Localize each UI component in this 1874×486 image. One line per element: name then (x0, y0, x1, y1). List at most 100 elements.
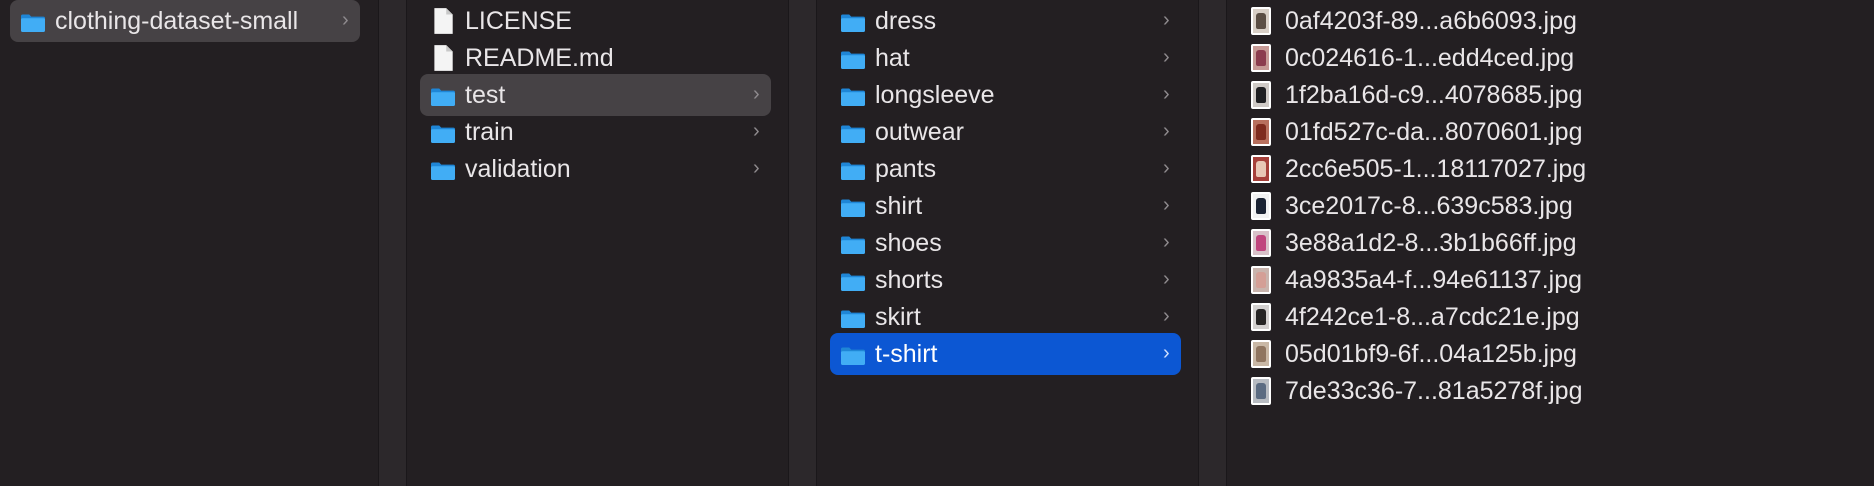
folder-icon (430, 85, 456, 114)
item-label: t-shirt (875, 340, 938, 368)
chevron-right-icon: › (753, 120, 760, 142)
item-label: longsleeve (875, 81, 995, 109)
image-file-item[interactable]: 4f242ce1-8...a7cdc21e.jpg (1237, 296, 1867, 338)
item-label: 3e88a1d2-8...3b1b66ff.jpg (1285, 229, 1577, 257)
folder-icon (840, 344, 866, 373)
chevron-right-icon: › (1163, 83, 1170, 105)
item-label: shoes (875, 229, 942, 257)
item-label: shirt (875, 192, 923, 220)
item-label: 7de33c36-7...81a5278f.jpg (1285, 377, 1583, 405)
folder-item[interactable]: shirt › (830, 185, 1181, 227)
item-label: 01fd527c-da...8070601.jpg (1285, 118, 1583, 146)
image-thumbnail-icon (1251, 266, 1271, 294)
folder-item[interactable]: train › (420, 111, 771, 153)
finder-column-browser: clothing-dataset-small › LICENSE README.md… (0, 0, 1874, 486)
item-label: 4a9835a4-f...94e61137.jpg (1285, 266, 1583, 294)
file-item[interactable]: README.md (420, 37, 771, 79)
item-label: 0af4203f-89...a6b6093.jpg (1285, 7, 1577, 35)
folder-item[interactable]: t-shirt › (830, 333, 1181, 375)
item-label: hat (875, 44, 910, 72)
folder-icon (840, 48, 866, 77)
thumbnail-garment (1256, 87, 1266, 103)
folder-item[interactable]: dress › (830, 0, 1181, 42)
image-file-item[interactable]: 7de33c36-7...81a5278f.jpg (1237, 370, 1867, 412)
chevron-right-icon: › (753, 157, 760, 179)
image-thumbnail-icon (1251, 155, 1271, 183)
folder-item[interactable]: outwear › (830, 111, 1181, 153)
chevron-right-icon: › (1163, 46, 1170, 68)
image-file-item[interactable]: 3ce2017c-8...639c583.jpg (1237, 185, 1867, 227)
folder-icon (430, 159, 456, 188)
folder-icon (840, 11, 866, 40)
file-item[interactable]: LICENSE (420, 0, 771, 42)
item-label: shorts (875, 266, 944, 294)
item-label: validation (465, 155, 571, 183)
chevron-right-icon: › (1163, 342, 1170, 364)
folder-item[interactable]: skirt › (830, 296, 1181, 338)
folder-icon (840, 233, 866, 262)
item-label: README.md (465, 44, 614, 72)
image-file-item[interactable]: 3e88a1d2-8...3b1b66ff.jpg (1237, 222, 1867, 264)
item-label: LICENSE (465, 7, 572, 35)
image-thumbnail-icon (1251, 118, 1271, 146)
thumbnail-garment (1256, 383, 1266, 399)
folder-icon (430, 122, 456, 151)
image-thumbnail-icon (1251, 229, 1271, 257)
item-label: 2cc6e505-1...18117027.jpg (1285, 155, 1587, 183)
thumbnail-garment (1256, 272, 1266, 288)
image-file-item[interactable]: 1f2ba16d-c9...4078685.jpg (1237, 74, 1867, 116)
folder-icon (840, 159, 866, 188)
item-label: pants (875, 155, 937, 183)
folder-item[interactable]: pants › (830, 148, 1181, 190)
thumbnail-garment (1256, 50, 1266, 66)
chevron-right-icon: › (342, 9, 349, 31)
item-label: train (465, 118, 514, 146)
item-label: 3ce2017c-8...639c583.jpg (1285, 192, 1573, 220)
thumbnail-garment (1256, 198, 1266, 214)
folder-item[interactable]: shorts › (830, 259, 1181, 301)
folder-icon (840, 196, 866, 225)
folder-item[interactable]: test › (420, 74, 771, 116)
item-label: outwear (875, 118, 964, 146)
item-label: 1f2ba16d-c9...4078685.jpg (1285, 81, 1583, 109)
column-divider[interactable] (378, 0, 407, 486)
column-root[interactable]: clothing-dataset-small › (0, 0, 378, 486)
item-label: clothing-dataset-small (55, 7, 299, 35)
folder-icon (840, 270, 866, 299)
folder-item[interactable]: clothing-dataset-small › (10, 0, 360, 42)
item-label: skirt (875, 303, 921, 331)
chevron-right-icon: › (1163, 194, 1170, 216)
folder-icon (840, 307, 866, 336)
image-thumbnail-icon (1251, 303, 1271, 331)
folder-item[interactable]: shoes › (830, 222, 1181, 264)
folder-item[interactable]: validation › (420, 148, 771, 190)
image-file-item[interactable]: 0af4203f-89...a6b6093.jpg (1237, 0, 1867, 42)
folder-item[interactable]: longsleeve › (830, 74, 1181, 116)
column-t-shirt[interactable]: 0af4203f-89...a6b6093.jpg 0c024616-1...ed… (1227, 0, 1874, 486)
folder-item[interactable]: hat › (830, 37, 1181, 79)
image-file-item[interactable]: 2cc6e505-1...18117027.jpg (1237, 148, 1867, 190)
chevron-right-icon: › (1163, 305, 1170, 327)
image-thumbnail-icon (1251, 377, 1271, 405)
thumbnail-garment (1256, 124, 1266, 140)
item-label: 0c024616-1...edd4ced.jpg (1285, 44, 1575, 72)
column-divider[interactable] (788, 0, 817, 486)
chevron-right-icon: › (1163, 268, 1170, 290)
item-label: 05d01bf9-6f...04a125b.jpg (1285, 340, 1577, 368)
item-label: 4f242ce1-8...a7cdc21e.jpg (1285, 303, 1580, 331)
column-dataset[interactable]: LICENSE README.md test › train › validation › (407, 0, 788, 486)
image-thumbnail-icon (1251, 340, 1271, 368)
image-thumbnail-icon (1251, 192, 1271, 220)
column-divider[interactable] (1198, 0, 1227, 486)
image-file-item[interactable]: 05d01bf9-6f...04a125b.jpg (1237, 333, 1867, 375)
image-file-item[interactable]: 0c024616-1...edd4ced.jpg (1237, 37, 1867, 79)
column-test[interactable]: dress › hat › longsleeve › outwear › pants › shirt… (817, 0, 1198, 486)
chevron-right-icon: › (1163, 231, 1170, 253)
item-label: test (465, 81, 506, 109)
image-thumbnail-icon (1251, 7, 1271, 35)
image-file-item[interactable]: 01fd527c-da...8070601.jpg (1237, 111, 1867, 153)
image-file-item[interactable]: 4a9835a4-f...94e61137.jpg (1237, 259, 1867, 301)
chevron-right-icon: › (1163, 157, 1170, 179)
thumbnail-garment (1256, 346, 1266, 362)
item-label: dress (875, 7, 937, 35)
